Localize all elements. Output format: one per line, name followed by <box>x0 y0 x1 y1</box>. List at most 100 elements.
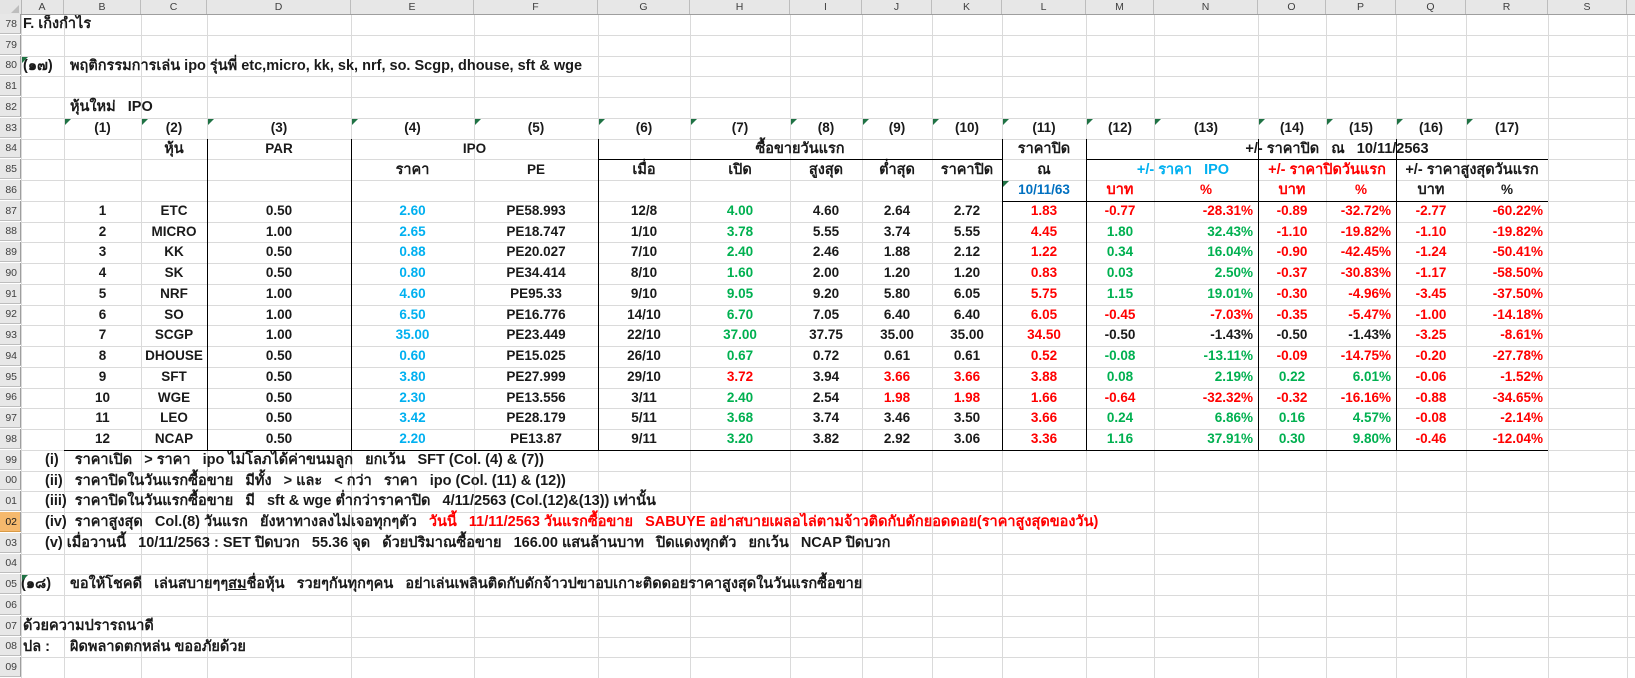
cell-D87[interactable]: 0.50 <box>207 201 351 222</box>
cell-Q97[interactable]: -0.08 <box>1396 408 1466 429</box>
cell-O97[interactable]: 0.16 <box>1258 408 1326 429</box>
row-header-86[interactable]: 86 <box>0 180 21 200</box>
cell-Q88[interactable]: -1.10 <box>1396 222 1466 243</box>
row-header-00[interactable]: 00 <box>0 471 21 490</box>
cell-N87[interactable]: -28.31% <box>1154 201 1258 222</box>
cell-O83[interactable]: (14) <box>1258 118 1326 139</box>
row-header-08[interactable]: 08 <box>0 637 21 656</box>
cell-C90[interactable]: SK <box>141 263 207 284</box>
cell-A107-regards[interactable]: ด้วยความปรารถนาดี <box>23 616 154 637</box>
cell-O89[interactable]: -0.90 <box>1258 242 1326 263</box>
cell-E97[interactable]: 3.42 <box>351 408 474 429</box>
row-header-84[interactable]: 84 <box>0 139 21 158</box>
cell-B96[interactable]: 10 <box>64 388 141 409</box>
cell-Q98[interactable]: -0.46 <box>1396 429 1466 450</box>
row-header-05[interactable]: 05 <box>0 574 21 594</box>
cell-B82-subtitle[interactable]: หุ้นใหม่ IPO <box>70 97 153 118</box>
cell-B92[interactable]: 6 <box>64 305 141 326</box>
cell-B98[interactable]: 12 <box>64 429 141 450</box>
cell-G87[interactable]: 12/8 <box>598 201 690 222</box>
cell-M90[interactable]: 0.03 <box>1086 263 1154 284</box>
cell-C92[interactable]: SO <box>141 305 207 326</box>
cell-M83[interactable]: (12) <box>1086 118 1154 139</box>
cell-C87[interactable]: ETC <box>141 201 207 222</box>
cell-J93[interactable]: 35.00 <box>862 325 932 346</box>
cell-Q89[interactable]: -1.24 <box>1396 242 1466 263</box>
cell-C97[interactable]: LEO <box>141 408 207 429</box>
cell-B101-note[interactable]: (iii) ราคาปิดในวันแรกซื้อขาย มี sft & wg… <box>45 491 1245 512</box>
cell-M97[interactable]: 0.24 <box>1086 408 1154 429</box>
cell-R92[interactable]: -14.18% <box>1466 305 1548 326</box>
cell-N94[interactable]: -13.11% <box>1154 346 1258 367</box>
cell-D98[interactable]: 0.50 <box>207 429 351 450</box>
cell-P88[interactable]: -19.82% <box>1326 222 1396 243</box>
cell-EF84-header-ipo[interactable]: IPO <box>351 139 598 160</box>
cell-L92[interactable]: 6.05 <box>1002 305 1086 326</box>
cell-A78-section-title[interactable]: F. เก็งกำไร <box>23 14 91 35</box>
cell-Q94[interactable]: -0.20 <box>1396 346 1466 367</box>
cell-B95[interactable]: 9 <box>64 367 141 388</box>
cell-L95[interactable]: 3.88 <box>1002 367 1086 388</box>
cell-J95[interactable]: 3.66 <box>862 367 932 388</box>
cell-H93[interactable]: 37.00 <box>690 325 790 346</box>
cell-P90[interactable]: -30.83% <box>1326 263 1396 284</box>
cell-K93[interactable]: 35.00 <box>932 325 1002 346</box>
cell-B90[interactable]: 4 <box>64 263 141 284</box>
cell-R88[interactable]: -19.82% <box>1466 222 1548 243</box>
cell-C94[interactable]: DHOUSE <box>141 346 207 367</box>
cell-N83[interactable]: (13) <box>1154 118 1258 139</box>
cell-C95[interactable]: SFT <box>141 367 207 388</box>
cell-G95[interactable]: 29/10 <box>598 367 690 388</box>
row-header-97[interactable]: 97 <box>0 408 21 428</box>
cell-K87[interactable]: 2.72 <box>932 201 1002 222</box>
col-header-M[interactable]: M <box>1086 0 1154 14</box>
col-header-G[interactable]: G <box>598 0 690 14</box>
cell-E94[interactable]: 0.60 <box>351 346 474 367</box>
cell-C89[interactable]: KK <box>141 242 207 263</box>
col-header-I[interactable]: I <box>790 0 862 14</box>
cell-B93[interactable]: 7 <box>64 325 141 346</box>
cell-B102-note[interactable]: (iv) ราคาสูงสุด Col.(8) วันแรก ยังหาทางล… <box>45 512 1245 533</box>
col-header-O[interactable]: O <box>1258 0 1326 14</box>
row-header-98[interactable]: 98 <box>0 429 21 449</box>
cell-G85-header-when[interactable]: เมื่อ <box>598 160 690 181</box>
cell-H97[interactable]: 3.68 <box>690 408 790 429</box>
cell-N98[interactable]: 37.91% <box>1154 429 1258 450</box>
cell-I91[interactable]: 9.20 <box>790 284 862 305</box>
row-header-07[interactable]: 07 <box>0 616 21 636</box>
cell-F93[interactable]: PE23.449 <box>474 325 598 346</box>
col-header-N[interactable]: N <box>1154 0 1258 14</box>
row-header-93[interactable]: 93 <box>0 325 21 345</box>
cell-P86-pct[interactable]: % <box>1326 180 1396 201</box>
cell-N91[interactable]: 19.01% <box>1154 284 1258 305</box>
cell-B108-ps-text[interactable]: ผิดพลาดตกหล่น ขออภัยด้วย <box>70 637 246 658</box>
row-header-82[interactable]: 82 <box>0 97 21 117</box>
cell-J92[interactable]: 6.40 <box>862 305 932 326</box>
cell-M98[interactable]: 1.16 <box>1086 429 1154 450</box>
col-header-A[interactable]: A <box>21 0 64 14</box>
cell-R86-pct[interactable]: % <box>1466 180 1548 201</box>
cell-K91[interactable]: 6.05 <box>932 284 1002 305</box>
cell-L97[interactable]: 3.66 <box>1002 408 1086 429</box>
cell-R97[interactable]: -2.14% <box>1466 408 1548 429</box>
cell-K83[interactable]: (10) <box>932 118 1002 139</box>
cell-D94[interactable]: 0.50 <box>207 346 351 367</box>
cell-C96[interactable]: WGE <box>141 388 207 409</box>
cell-K88[interactable]: 5.55 <box>932 222 1002 243</box>
cell-D95[interactable]: 0.50 <box>207 367 351 388</box>
cell-K97[interactable]: 3.50 <box>932 408 1002 429</box>
cell-L85-header-at[interactable]: ณ <box>1002 160 1086 181</box>
cell-F98[interactable]: PE13.87 <box>474 429 598 450</box>
cell-C98[interactable]: NCAP <box>141 429 207 450</box>
cell-J90[interactable]: 1.20 <box>862 263 932 284</box>
cell-L94[interactable]: 0.52 <box>1002 346 1086 367</box>
cell-O95[interactable]: 0.22 <box>1258 367 1326 388</box>
col-header-K[interactable]: K <box>932 0 1002 14</box>
cell-K94[interactable]: 0.61 <box>932 346 1002 367</box>
cell-I92[interactable]: 7.05 <box>790 305 862 326</box>
row-header-78[interactable]: 78 <box>0 14 21 34</box>
cell-O98[interactable]: 0.30 <box>1258 429 1326 450</box>
row-header-79[interactable]: 79 <box>0 35 21 55</box>
cell-B100-note[interactable]: (ii) ราคาปิดในวันแรกซื้อขาย มีทั้ง > และ… <box>45 471 1245 492</box>
select-all-corner[interactable] <box>0 0 22 14</box>
